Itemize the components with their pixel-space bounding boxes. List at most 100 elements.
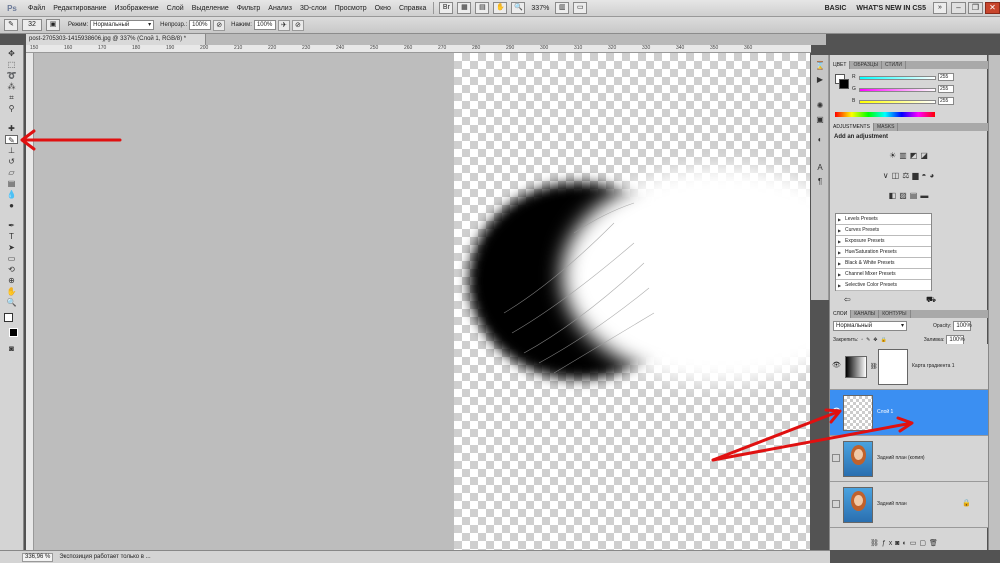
arrange-documents-icon[interactable]: ▥ bbox=[555, 2, 570, 14]
menu-analysis[interactable]: Анализ bbox=[264, 5, 296, 12]
3d-panel-icon[interactable]: ◐ bbox=[814, 135, 826, 145]
preset-selective-color[interactable]: Selective Color Presets bbox=[836, 280, 931, 291]
status-zoom-field[interactable]: 336,96 % bbox=[22, 552, 54, 562]
preset-curves[interactable]: Curves Presets bbox=[836, 225, 931, 236]
marquee-tool-icon[interactable]: ⬚ bbox=[5, 60, 18, 69]
panels-scrollbar[interactable] bbox=[988, 55, 1000, 550]
brush-panel-icon[interactable]: ▣ bbox=[46, 19, 60, 31]
tab-styles[interactable]: СТИЛИ bbox=[882, 61, 907, 69]
move-tool-icon[interactable]: ✥ bbox=[5, 49, 18, 58]
menu-help[interactable]: Справка bbox=[395, 5, 430, 12]
path-select-tool-icon[interactable]: ➤ bbox=[5, 243, 18, 252]
type-tool-icon[interactable]: T bbox=[5, 232, 18, 241]
visibility-toggle[interactable] bbox=[832, 454, 840, 462]
eyedropper-tool-icon[interactable]: ⚲ bbox=[5, 104, 18, 113]
tab-color[interactable]: ЦВЕТ bbox=[830, 61, 851, 69]
eraser-tool-icon[interactable]: ▱ bbox=[5, 168, 18, 177]
menu-window[interactable]: Окно bbox=[371, 5, 395, 12]
green-value[interactable]: 255 bbox=[938, 85, 954, 93]
workspace-whats-new[interactable]: WHAT'S NEW IN CS5 bbox=[851, 5, 931, 12]
airbrush-icon[interactable]: ✈ bbox=[277, 19, 290, 31]
preset-channel-mixer[interactable]: Channel Mixer Presets bbox=[836, 269, 931, 280]
adjustment-icons-row-2[interactable]: ∨◫⚖▆◓◕ bbox=[840, 171, 980, 181]
tab-masks[interactable]: MASKS bbox=[874, 123, 899, 131]
menu-edit[interactable]: Редактирование bbox=[49, 5, 110, 12]
status-info[interactable]: Экспозиция работает только в ... bbox=[53, 554, 150, 560]
layer-mask-thumbnail[interactable] bbox=[878, 349, 908, 385]
preset-hue-saturation[interactable]: Hue/Saturation Presets bbox=[836, 247, 931, 258]
blue-slider[interactable]: B 255 bbox=[852, 97, 954, 106]
quick-mask-icon[interactable]: ◙ bbox=[5, 344, 18, 353]
brush-size-picker[interactable]: 32 bbox=[22, 19, 42, 31]
eye-icon[interactable]: 👁 bbox=[832, 408, 841, 416]
minibridge-icon[interactable]: ▦ bbox=[457, 2, 472, 14]
blue-track[interactable] bbox=[859, 100, 936, 104]
minimize-button[interactable]: – bbox=[951, 2, 966, 14]
layer-gradient-map[interactable]: 👁 ⛓ Карта градиента 1 bbox=[830, 344, 988, 390]
layer-blend-select[interactable]: Нормальный ▾ bbox=[833, 321, 907, 331]
screen-mode-icon[interactable]: ▭ bbox=[573, 2, 588, 14]
lock-icons[interactable]: ▫✎✥🔒 bbox=[861, 337, 889, 343]
gradient-tool-icon[interactable]: ▤ bbox=[5, 179, 18, 188]
background-color-swatch[interactable] bbox=[4, 313, 13, 322]
menu-3d[interactable]: 3D-слои bbox=[296, 5, 331, 12]
red-value[interactable]: 255 bbox=[938, 73, 954, 81]
green-track[interactable] bbox=[859, 88, 936, 92]
lasso-tool-icon[interactable]: ➰ bbox=[5, 71, 18, 80]
layer-1[interactable]: 👁 Слой 1 bbox=[830, 390, 988, 436]
menu-layer[interactable]: Слой bbox=[163, 5, 188, 12]
close-button[interactable]: ✕ bbox=[985, 2, 1000, 14]
brush-presets-panel-icon[interactable]: ✺ bbox=[814, 101, 826, 111]
color-ramp[interactable] bbox=[835, 112, 935, 117]
adjustment-icons-row-1[interactable]: ☀▥◩◪ bbox=[840, 151, 980, 161]
3d-orbit-tool-icon[interactable]: ⊕ bbox=[5, 276, 18, 285]
zoom-tool-icon[interactable]: 🔍 bbox=[5, 298, 18, 307]
size-pressure-icon[interactable]: ⊘ bbox=[291, 19, 304, 31]
extras-icon[interactable]: ▤ bbox=[475, 2, 490, 14]
layer-opacity-field[interactable]: 100% bbox=[953, 321, 972, 331]
preset-black-white[interactable]: Black & White Presets bbox=[836, 258, 931, 269]
crop-tool-icon[interactable]: ⌗ bbox=[5, 93, 18, 102]
tab-channels[interactable]: КАНАЛЫ bbox=[851, 310, 880, 318]
layers-bottom-icons[interactable]: ⛓ƒx◙◐▭▢🗑 bbox=[870, 539, 941, 547]
quick-select-tool-icon[interactable]: ⁂ bbox=[5, 82, 18, 91]
adjustment-icons-row-3[interactable]: ◧▨▤▬ bbox=[840, 191, 980, 201]
workspace-more-icon[interactable]: » bbox=[933, 2, 947, 14]
actions-panel-icon[interactable]: ▶ bbox=[814, 75, 826, 85]
red-slider[interactable]: R 255 bbox=[852, 73, 954, 82]
menu-view[interactable]: Просмотр bbox=[331, 5, 371, 12]
document-tab[interactable]: post-2705303-1415938606.jpg @ 337% (Слой… bbox=[26, 34, 206, 45]
workspace-basic[interactable]: BASIC bbox=[820, 5, 852, 12]
menu-select[interactable]: Выделение bbox=[188, 5, 233, 12]
clone-source-panel-icon[interactable]: ▣ bbox=[814, 115, 826, 125]
foreground-color-swatch[interactable] bbox=[9, 328, 18, 337]
red-track[interactable] bbox=[859, 76, 936, 80]
preset-exposure[interactable]: Exposure Presets bbox=[836, 236, 931, 247]
3d-rotate-tool-icon[interactable]: ⟲ bbox=[5, 265, 18, 274]
menu-filter[interactable]: Фильтр bbox=[233, 5, 265, 12]
tab-swatches[interactable]: ОБРАЗЦЫ bbox=[850, 61, 883, 69]
zoom-tool-icon[interactable]: 🔍 bbox=[511, 2, 526, 14]
return-to-list-icon[interactable]: ⇦ bbox=[844, 295, 851, 304]
mode-select[interactable]: Нормальный ▾ bbox=[90, 20, 155, 30]
paragraph-panel-icon[interactable]: ¶ bbox=[814, 177, 826, 187]
menu-file[interactable]: Файл bbox=[24, 5, 49, 12]
tab-paths[interactable]: КОНТУРЫ bbox=[879, 310, 911, 318]
pen-tool-icon[interactable]: ✒ bbox=[5, 221, 18, 230]
pressure-field[interactable]: 100% bbox=[253, 20, 276, 30]
history-brush-tool-icon[interactable]: ↺ bbox=[5, 157, 18, 166]
zoom-level[interactable]: 337% bbox=[527, 5, 553, 12]
canvas-area[interactable] bbox=[34, 53, 810, 550]
character-panel-icon[interactable]: A bbox=[814, 163, 826, 173]
opacity-pressure-icon[interactable]: ⊘ bbox=[213, 19, 226, 31]
tab-layers[interactable]: СЛОИ bbox=[830, 310, 852, 318]
tab-adjustments[interactable]: ADJUSTMENTS bbox=[830, 123, 874, 131]
green-slider[interactable]: G 255 bbox=[852, 85, 954, 94]
clone-stamp-tool-icon[interactable]: ⊥ bbox=[5, 146, 18, 155]
clip-adjustment-icon[interactable]: ⛟ bbox=[926, 295, 936, 305]
blur-tool-icon[interactable]: 💧 bbox=[5, 190, 18, 199]
dodge-tool-icon[interactable]: ● bbox=[5, 201, 18, 210]
layer-background-copy[interactable]: Задний план (копия) bbox=[830, 436, 988, 482]
hand-tool-icon[interactable]: ✋ bbox=[493, 2, 508, 14]
hand-tool-icon[interactable]: ✋ bbox=[5, 287, 18, 296]
